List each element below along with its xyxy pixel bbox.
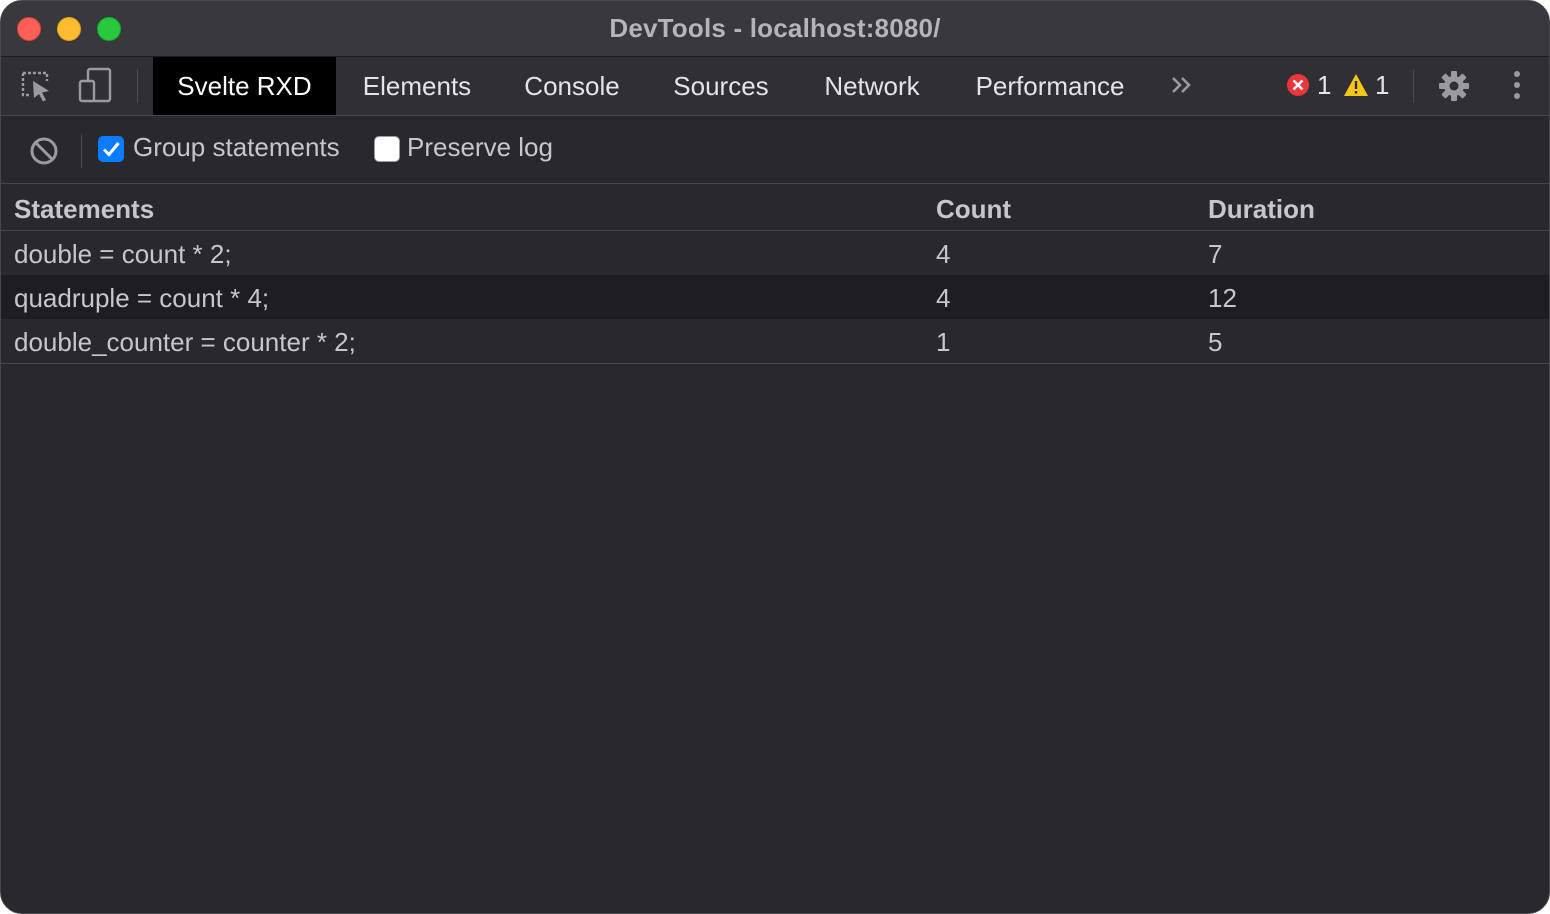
table-row[interactable]: double_counter = counter * 2; 1 5 (1, 319, 1549, 364)
statement-cell: double = count * 2; (14, 239, 232, 269)
statement-cell: double_counter = counter * 2; (14, 327, 356, 357)
column-header-statements[interactable]: Statements (14, 194, 154, 225)
more-options-kebab-icon[interactable] (1507, 69, 1527, 103)
tab-sources[interactable]: Sources (657, 57, 785, 115)
clear-log-icon[interactable] (28, 135, 60, 167)
checkmark-icon (102, 142, 120, 157)
group-statements-checkbox[interactable] (98, 136, 124, 162)
preserve-log-checkbox[interactable] (374, 136, 400, 162)
tab-performance[interactable]: Performance (959, 57, 1141, 115)
warning-icon[interactable] (1343, 72, 1369, 98)
group-statements-label[interactable]: Group statements (133, 132, 340, 163)
duration-cell: 12 (1208, 283, 1237, 313)
panel-toolbar: Group statements Preserve log (1, 116, 1549, 184)
tab-console[interactable]: Console (507, 57, 637, 115)
table-row[interactable]: quadruple = count * 4; 4 12 (1, 275, 1549, 319)
tab-svelte-rxd[interactable]: Svelte RXD (153, 57, 336, 115)
warning-count[interactable]: 1 (1375, 70, 1389, 101)
column-header-duration[interactable]: Duration (1208, 194, 1315, 225)
count-cell: 4 (936, 283, 951, 313)
tab-bar: Svelte RXD Elements Console Sources Netw… (1, 57, 1549, 116)
tab-elements[interactable]: Elements (347, 57, 487, 115)
toolbar-divider (137, 69, 138, 103)
devtools-window: DevTools - localhost:8080/ Svelte RXD El… (0, 0, 1550, 914)
error-count[interactable]: 1 (1317, 70, 1331, 101)
count-cell: 1 (936, 327, 951, 357)
toolbar-divider (81, 134, 82, 168)
duration-cell: 7 (1208, 239, 1223, 269)
inspect-element-icon[interactable] (19, 67, 55, 105)
toolbar-divider (1413, 69, 1414, 103)
count-cell: 4 (936, 239, 951, 269)
table-header: Statements Count Duration (1, 185, 1549, 231)
window-title: DevTools - localhost:8080/ (609, 13, 941, 43)
statement-cell: quadruple = count * 4; (14, 283, 270, 313)
settings-gear-icon[interactable] (1437, 69, 1471, 103)
duration-cell: 5 (1208, 327, 1223, 357)
title-bar: DevTools - localhost:8080/ (1, 1, 1549, 57)
table-row[interactable]: double = count * 2; 4 7 (1, 231, 1549, 275)
preserve-log-label[interactable]: Preserve log (407, 132, 553, 163)
tab-network[interactable]: Network (807, 57, 937, 115)
device-toolbar-icon[interactable] (77, 67, 113, 105)
error-icon[interactable] (1286, 73, 1310, 97)
column-header-count[interactable]: Count (936, 194, 1011, 225)
more-tabs-chevron-icon[interactable] (1167, 70, 1203, 108)
